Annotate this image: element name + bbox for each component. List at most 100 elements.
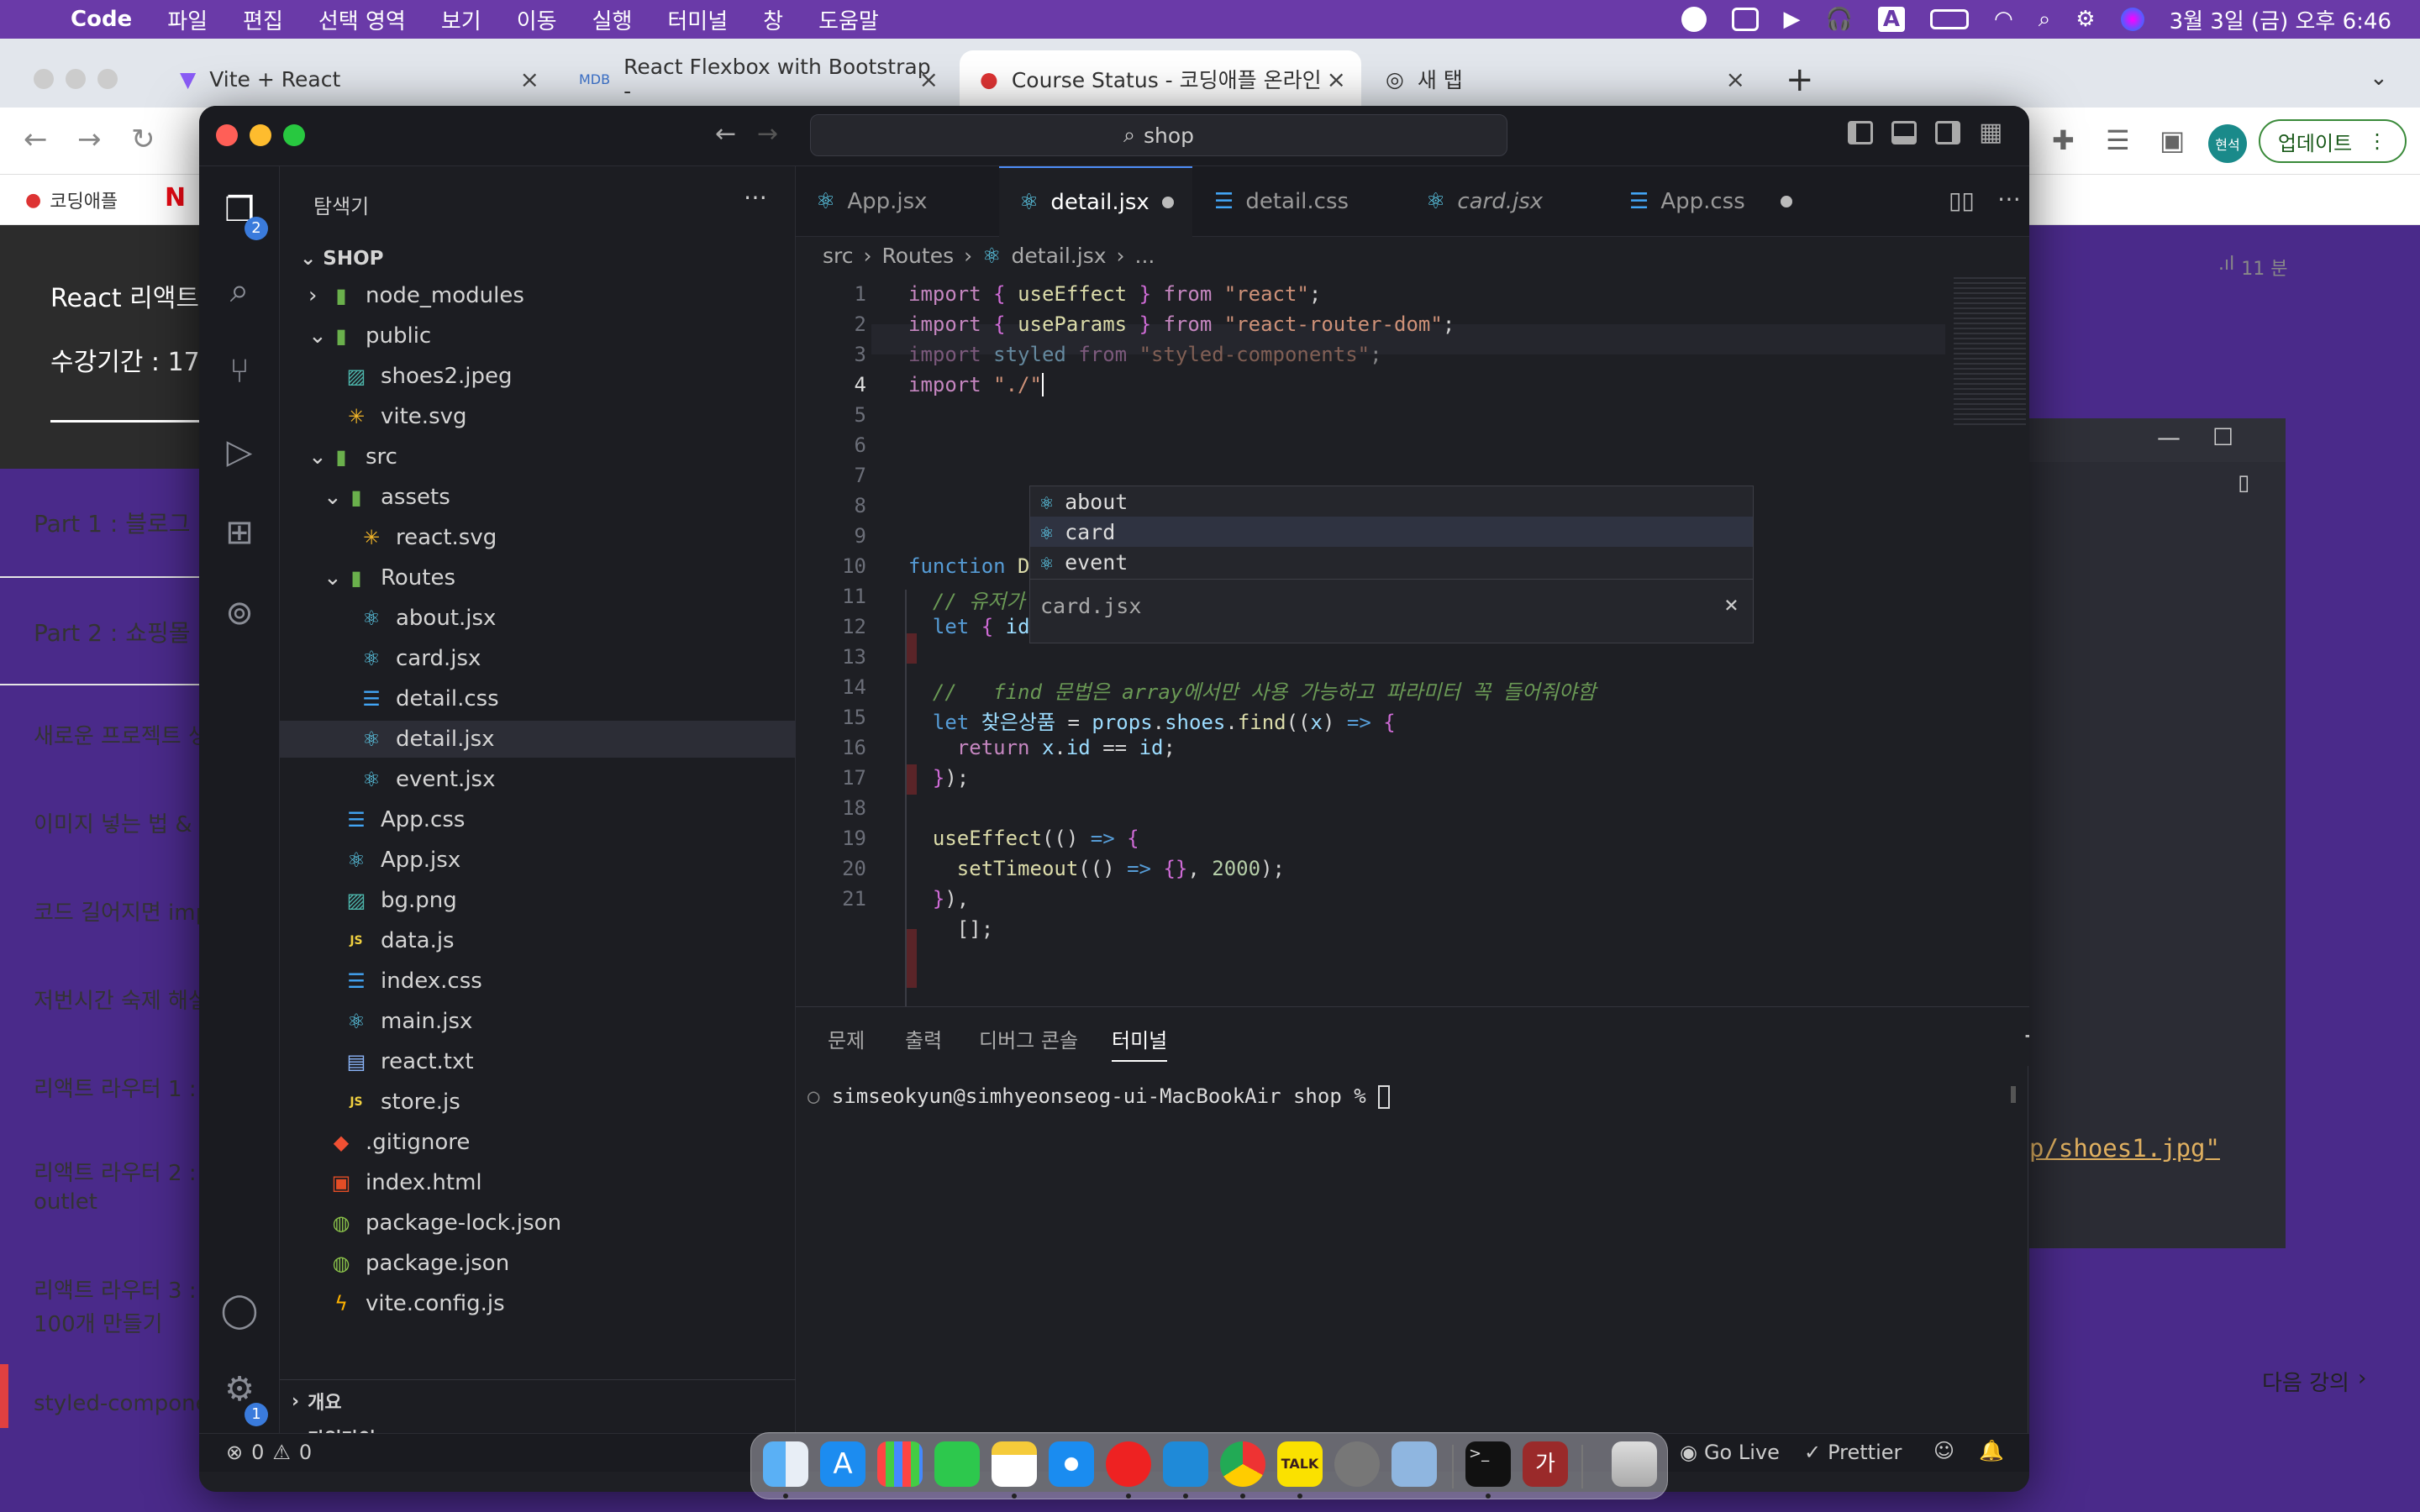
tree-item[interactable]: ▤ react.txt bbox=[280, 1043, 796, 1080]
play-icon[interactable]: ▶ bbox=[1784, 7, 1801, 32]
app-store-icon[interactable]: A bbox=[820, 1441, 865, 1487]
battery-icon[interactable] bbox=[1930, 9, 1970, 29]
notification-app-icon[interactable] bbox=[1681, 7, 1707, 32]
project-folder-header[interactable]: ⌄ SHOP bbox=[280, 240, 796, 277]
menu-window[interactable]: 창 bbox=[763, 4, 783, 35]
close-tab-icon[interactable]: × bbox=[1726, 66, 1745, 93]
siri-icon[interactable] bbox=[2120, 8, 2144, 31]
tree-item[interactable]: ✳ vite.svg bbox=[280, 398, 796, 435]
tree-item[interactable]: JS store.js bbox=[280, 1084, 796, 1121]
run-debug-icon[interactable]: ▷ bbox=[218, 430, 261, 474]
menu-edit[interactable]: 편집 bbox=[243, 4, 283, 35]
search-icon[interactable]: ⌕ bbox=[218, 269, 261, 312]
editor-tab[interactable]: ☰ App.css bbox=[1609, 166, 1811, 237]
lesson-item[interactable]: outlet bbox=[34, 1189, 97, 1215]
maximize-window-button[interactable] bbox=[283, 124, 305, 146]
dictionary-icon[interactable]: 가 bbox=[1523, 1441, 1568, 1487]
tree-item[interactable]: › ▮ node_modules bbox=[280, 277, 796, 314]
lesson-item[interactable]: 리액트 라우터 3 : bbox=[34, 1273, 197, 1305]
minimize-window-button[interactable] bbox=[250, 124, 271, 146]
terminal-output[interactable]: ○ simseokyun@simhyeonseog-ui-MacBookAir … bbox=[808, 1084, 1391, 1109]
lesson-item[interactable]: 이미지 넣는 법 & p bbox=[34, 807, 213, 838]
tree-item[interactable]: ⌄ ▮ assets bbox=[280, 479, 796, 516]
spotlight-search-icon[interactable]: ⌕ bbox=[2039, 7, 2051, 33]
toggle-secondary-sidebar-icon[interactable] bbox=[1935, 121, 1960, 144]
sidebar-app-icon[interactable] bbox=[1731, 8, 1759, 31]
tree-item-selected[interactable]: ⚛ detail.jsx bbox=[280, 721, 796, 758]
tree-item[interactable]: ▣ index.html bbox=[280, 1164, 796, 1201]
tree-item[interactable]: ▨ bg.png bbox=[280, 882, 796, 919]
close-window-button[interactable] bbox=[216, 124, 238, 146]
back-icon[interactable]: ← bbox=[715, 119, 736, 149]
system-settings-icon[interactable] bbox=[1334, 1441, 1380, 1487]
tree-item[interactable]: ◍ package.json bbox=[280, 1245, 796, 1282]
tab-problems[interactable]: 문제 bbox=[828, 1024, 865, 1053]
breadcrumb-file[interactable]: detail.jsx bbox=[1012, 244, 1107, 268]
editor-tab[interactable]: ☰ detail.css bbox=[1194, 166, 1404, 237]
facetime-icon[interactable] bbox=[934, 1441, 980, 1487]
chrome-icon[interactable] bbox=[1220, 1441, 1265, 1487]
back-icon[interactable]: ← bbox=[24, 123, 48, 156]
tree-item[interactable]: ⚛ about.jsx bbox=[280, 600, 796, 637]
side-panel-icon[interactable]: ▣ bbox=[2160, 124, 2185, 156]
terminal-icon[interactable]: >_ bbox=[1465, 1441, 1511, 1487]
menu-go[interactable]: 이동 bbox=[517, 4, 557, 35]
browser-tab-active[interactable]: ● Course Status - 코딩애플 온라인 × bbox=[960, 50, 1361, 108]
notes-icon[interactable] bbox=[992, 1441, 1037, 1487]
window-close-dot[interactable] bbox=[34, 69, 54, 89]
menu-terminal[interactable]: 터미널 bbox=[667, 4, 728, 35]
tree-item[interactable]: ◆ .gitignore bbox=[280, 1124, 796, 1161]
wifi-icon[interactable]: ◠ bbox=[1994, 7, 2013, 32]
lesson-item[interactable]: 100개 만들기 bbox=[34, 1307, 163, 1338]
close-icon[interactable]: × bbox=[1724, 591, 1739, 618]
accounts-icon[interactable]: ◯ bbox=[218, 1289, 261, 1332]
golive-status[interactable]: ◉ Go Live bbox=[1680, 1441, 1780, 1464]
tree-item[interactable]: JS data.js bbox=[280, 922, 796, 959]
unsaved-dot-icon[interactable] bbox=[1781, 196, 1792, 207]
suggest-item[interactable]: ⚛ event bbox=[1030, 547, 1753, 577]
extensions-icon[interactable]: ✚ bbox=[2052, 124, 2075, 156]
outline-section[interactable]: › 개요 bbox=[280, 1383, 796, 1420]
extensions-icon[interactable]: ⊞ bbox=[218, 511, 261, 554]
tab-debug-console[interactable]: 디버그 콘솔 bbox=[979, 1024, 1078, 1053]
browser-tab[interactable]: MDB React Flexbox with Bootstrap - × bbox=[559, 50, 954, 108]
lesson-item[interactable]: 코드 길어지면 imp bbox=[34, 895, 209, 927]
update-button[interactable]: 업데이트 ⋮ bbox=[2259, 119, 2407, 163]
tree-item[interactable]: ϟ vite.config.js bbox=[280, 1285, 796, 1322]
lesson-item[interactable]: 리액트 라우터 1 : bbox=[34, 1072, 197, 1103]
tree-item[interactable]: ✳ react.svg bbox=[280, 519, 796, 556]
breadcrumb-routes[interactable]: Routes bbox=[882, 244, 955, 268]
finder-icon[interactable] bbox=[763, 1441, 808, 1487]
close-tab-icon[interactable]: × bbox=[520, 66, 539, 93]
customize-layout-icon[interactable]: ▦ bbox=[1979, 118, 2002, 147]
editor-more-icon[interactable]: ⋯ bbox=[1997, 185, 2021, 213]
explorer-more-icon[interactable]: ⋯ bbox=[744, 183, 767, 211]
editor-tab-active[interactable]: ⚛ detail.jsx bbox=[999, 166, 1192, 237]
menu-run[interactable]: 실행 bbox=[592, 4, 633, 35]
breadcrumb-src[interactable]: src bbox=[823, 244, 854, 268]
launchpad-icon[interactable] bbox=[877, 1441, 923, 1487]
kakaotalk-icon[interactable]: TALK bbox=[1277, 1441, 1323, 1487]
feedback-icon[interactable]: ☺ bbox=[1933, 1439, 1954, 1462]
tree-item[interactable]: ⌄ ▮ public bbox=[280, 318, 796, 354]
reload-icon[interactable]: ↻ bbox=[131, 123, 155, 156]
new-terminal-icon[interactable]: + bbox=[2023, 1019, 2029, 1053]
headphones-icon[interactable]: 🎧 bbox=[1826, 7, 1853, 32]
window-min-dot[interactable] bbox=[66, 69, 86, 89]
tree-item[interactable]: ☰ index.css bbox=[280, 963, 796, 1000]
suggest-item-selected[interactable]: ⚛ card bbox=[1030, 517, 1753, 547]
lesson-item[interactable]: 저번시간 숙제 해설 bbox=[34, 984, 208, 1015]
tree-item[interactable]: ◍ package-lock.json bbox=[280, 1205, 796, 1242]
minimap[interactable] bbox=[1954, 274, 2026, 425]
suggest-item[interactable]: ⚛ about bbox=[1030, 486, 1753, 517]
prettier-status[interactable]: ✓ Prettier bbox=[1804, 1441, 1902, 1464]
trash-icon[interactable] bbox=[1612, 1441, 1657, 1487]
split-editor-icon[interactable]: ▯▯ bbox=[1949, 186, 1975, 214]
tab-search-icon[interactable]: ⌄ bbox=[2370, 66, 2388, 91]
problems-status[interactable]: ⊗ 0 ⚠ 0 bbox=[226, 1441, 312, 1464]
lesson-item[interactable]: 리액트 라우터 2 : bbox=[34, 1156, 197, 1187]
tree-item[interactable]: ⌄ ▮ Routes bbox=[280, 559, 796, 596]
input-source-icon[interactable]: A bbox=[1877, 7, 1906, 32]
git-graph-icon[interactable]: ⊚ bbox=[218, 591, 261, 635]
menu-file[interactable]: 파일 bbox=[167, 4, 208, 35]
